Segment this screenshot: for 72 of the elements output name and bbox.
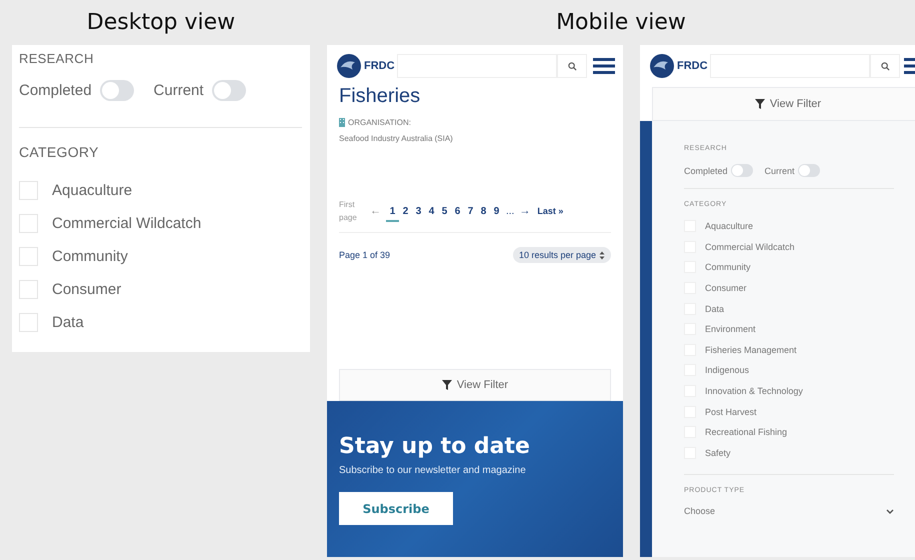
product-type-select[interactable]: Choose	[684, 506, 894, 516]
chevron-down-icon	[886, 508, 894, 514]
checkbox-label: Recreational Fishing	[705, 427, 788, 438]
checkbox-label: Community	[705, 262, 751, 272]
checkbox[interactable]	[19, 214, 38, 233]
toggle-label: Current	[154, 82, 204, 99]
search-button[interactable]	[870, 54, 900, 78]
checkbox-label: Indigenous	[705, 365, 750, 376]
menu-icon[interactable]	[593, 58, 615, 74]
view-filter-button[interactable]: View Filter	[652, 87, 915, 121]
page-title: Fisheries	[339, 85, 422, 108]
search-button[interactable]	[557, 54, 587, 78]
filter-icon	[442, 380, 452, 390]
checkbox-label: Innovation & Technology	[705, 386, 803, 396]
toggle-label: Completed	[684, 166, 728, 176]
sort-arrows-icon	[599, 250, 605, 260]
pagination-ellipsis: ...	[506, 206, 514, 216]
checkbox-label: Data	[705, 304, 724, 314]
page-number-link[interactable]: 1	[386, 206, 399, 222]
checkbox[interactable]	[19, 181, 38, 200]
last-page-link[interactable]: Last »	[537, 204, 564, 218]
newsletter-text: Subscribe to our newsletter and magazine	[339, 465, 526, 476]
checkbox-label: Aquaculture	[52, 182, 132, 199]
page-number-link[interactable]: 3	[412, 206, 425, 222]
toggle-switch[interactable]	[212, 80, 246, 101]
checkbox-label: Commercial Wildcatch	[52, 215, 202, 232]
checkbox-label: Community	[52, 248, 128, 265]
section-label: CATEGORY	[19, 144, 100, 160]
page-number-link[interactable]: 6	[451, 206, 464, 222]
page-count: Page 1 of 39	[339, 250, 390, 260]
fish-logo-icon	[337, 54, 361, 78]
next-page-link[interactable]: →	[519, 205, 530, 217]
results-per-page-select[interactable]: 10 results per page	[512, 247, 611, 263]
section-heading: Mobile view	[556, 10, 686, 35]
page-number-link[interactable]: 4	[425, 206, 438, 222]
page-number-link[interactable]: 9	[490, 206, 503, 222]
toggle-switch[interactable]	[798, 164, 820, 177]
toggle-switch[interactable]	[100, 80, 134, 101]
checkbox-label: Data	[52, 314, 84, 331]
checkbox-label: Commercial Wildcatch	[705, 242, 795, 252]
page-number-link[interactable]: 5	[438, 206, 451, 222]
organisation-name: Seafood Industry Australia (SIA)	[339, 134, 454, 143]
toggle-switch[interactable]	[730, 164, 753, 177]
section-heading: Desktop view	[86, 10, 236, 35]
search-icon	[568, 62, 576, 70]
checkbox-label: Consumer	[705, 283, 747, 294]
checkbox-label: Fisheries Management	[705, 344, 797, 355]
filter-icon	[754, 99, 765, 109]
search-icon	[880, 62, 890, 70]
logo-text: FRDC	[677, 60, 708, 72]
page-number-link[interactable]: 2	[399, 206, 412, 222]
view-filter-button[interactable]: View Filter	[339, 369, 611, 401]
toggle-label: Current	[764, 166, 795, 176]
checkbox-label: Environment	[705, 324, 756, 334]
organisation-label: ORGANISATION:	[348, 118, 411, 127]
checkbox-label: Safety	[705, 448, 731, 458]
checkbox[interactable]	[19, 313, 38, 332]
checkbox-label: Post Harvest	[705, 406, 757, 417]
page-number-link[interactable]: 8	[477, 206, 490, 222]
logo-text: FRDC	[364, 60, 395, 72]
checkbox-label: Aquaculture	[705, 221, 754, 232]
checkbox[interactable]	[19, 247, 38, 266]
checkbox[interactable]	[19, 280, 38, 299]
subscribe-button[interactable]: Subscribe	[339, 492, 453, 525]
toggle-label: Completed	[19, 82, 92, 99]
fish-logo-icon	[650, 54, 674, 78]
newsletter-title: Stay up to date	[339, 434, 530, 459]
page-number-link[interactable]: 7	[464, 206, 477, 222]
section-label: RESEARCH	[19, 51, 95, 66]
building-icon	[339, 118, 345, 127]
checkbox-label: Consumer	[52, 281, 122, 298]
previous-page-link[interactable]: ←	[370, 205, 381, 217]
